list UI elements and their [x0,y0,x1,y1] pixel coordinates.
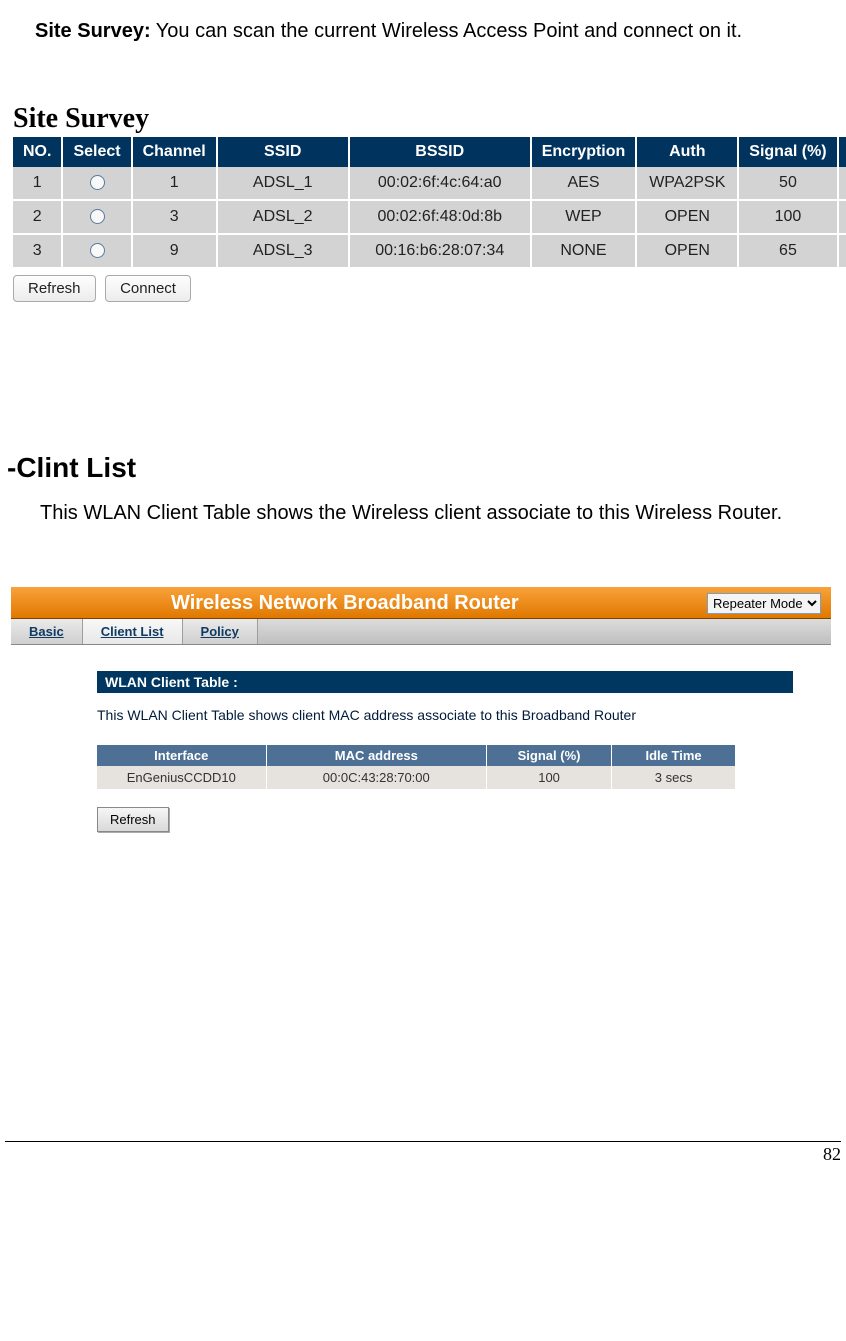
cell-bssid: 00:16:b6:28:07:34 [349,234,531,268]
cell-encryption: NONE [531,234,637,268]
cell-mode: 11b/g/n [838,167,846,200]
page-footer: 82 [5,1141,841,1165]
table-row: 1 1 ADSL_1 00:02:6f:4c:64:a0 AES WPA2PSK… [13,167,846,200]
table-row: 3 9 ADSL_3 00:16:b6:28:07:34 NONE OPEN 6… [13,234,846,268]
clint-list-heading: -Clint List [7,452,841,484]
cell-select[interactable] [62,167,131,200]
site-survey-table: NO. Select Channel SSID BSSID Encryption… [13,137,846,269]
cell-auth: OPEN [636,200,738,234]
cell-no: 1 [13,167,62,200]
cell-ssid: ADSL_2 [217,200,349,234]
cell-channel: 9 [132,234,217,268]
cell-mac: 00:0C:43:28:70:00 [266,766,486,789]
col-mac: MAC address [266,745,486,766]
radio-icon[interactable] [90,243,105,258]
intro-label: Site Survey: [35,20,151,42]
col-ssid: SSID [217,137,349,167]
col-auth: Auth [636,137,738,167]
col-bssid: BSSID [349,137,531,167]
cell-select[interactable] [62,200,131,234]
col-signal: Signal (%) [738,137,837,167]
refresh-button[interactable]: Refresh [97,807,169,832]
client-body: WLAN Client Table : This WLAN Client Tab… [11,645,831,891]
router-panel: Wireless Network Broadband Router Repeat… [11,587,831,891]
client-table-header: Interface MAC address Signal (%) Idle Ti… [97,745,735,766]
tab-policy[interactable]: Policy [183,619,258,644]
cell-channel: 1 [132,167,217,200]
wlan-desc: This WLAN Client Table shows client MAC … [97,707,821,723]
cell-no: 3 [13,234,62,268]
col-interface: Interface [97,745,266,766]
site-survey-section: Site Survey NO. Select Channel SSID BSSI… [13,103,841,302]
cell-mode: 11b/g [838,200,846,234]
cell-ssid: ADSL_1 [217,167,349,200]
cell-interface: EnGeniusCCDD10 [97,766,266,789]
router-title: Wireless Network Broadband Router [171,592,519,615]
col-no: NO. [13,137,62,167]
page-number: 82 [823,1144,841,1164]
cell-signal: 50 [738,167,837,200]
clint-list-desc: This WLAN Client Table shows the Wireles… [40,494,826,532]
cell-auth: WPA2PSK [636,167,738,200]
radio-icon[interactable] [90,209,105,224]
col-encryption: Encryption [531,137,637,167]
cell-signal: 100 [487,766,612,789]
mode-select[interactable]: Repeater Mode [707,593,821,614]
radio-icon[interactable] [90,175,105,190]
survey-button-row: Refresh Connect [13,275,841,302]
col-channel: Channel [132,137,217,167]
tab-client-list[interactable]: Client List [83,619,183,644]
cell-encryption: AES [531,167,637,200]
cell-no: 2 [13,200,62,234]
col-signal: Signal (%) [487,745,612,766]
table-row: 2 3 ADSL_2 00:02:6f:48:0d:8b WEP OPEN 10… [13,200,846,234]
survey-header-row: NO. Select Channel SSID BSSID Encryption… [13,137,846,167]
cell-ssid: ADSL_3 [217,234,349,268]
client-table: Interface MAC address Signal (%) Idle Ti… [97,745,735,789]
cell-signal: 100 [738,200,837,234]
router-header: Wireless Network Broadband Router Repeat… [11,587,831,619]
cell-encryption: WEP [531,200,637,234]
cell-bssid: 00:02:6f:4c:64:a0 [349,167,531,200]
cell-auth: OPEN [636,234,738,268]
col-select: Select [62,137,131,167]
col-idle: Idle Time [612,745,735,766]
site-survey-title: Site Survey [13,103,841,135]
connect-button[interactable]: Connect [105,275,191,302]
intro-text: You can scan the current Wireless Access… [151,20,742,42]
cell-idle: 3 secs [612,766,735,789]
col-mode: Mode [838,137,846,167]
wlan-table-title: WLAN Client Table : [97,671,793,693]
refresh-button[interactable]: Refresh [13,275,96,302]
tab-basic[interactable]: Basic [11,619,83,644]
cell-select[interactable] [62,234,131,268]
cell-channel: 3 [132,200,217,234]
cell-signal: 65 [738,234,837,268]
table-row: EnGeniusCCDD10 00:0C:43:28:70:00 100 3 s… [97,766,735,789]
intro-line: Site Survey: You can scan the current Wi… [35,20,841,43]
cell-bssid: 00:02:6f:48:0d:8b [349,200,531,234]
cell-mode: 11b/g [838,234,846,268]
tabs: Basic Client List Policy [11,619,831,645]
